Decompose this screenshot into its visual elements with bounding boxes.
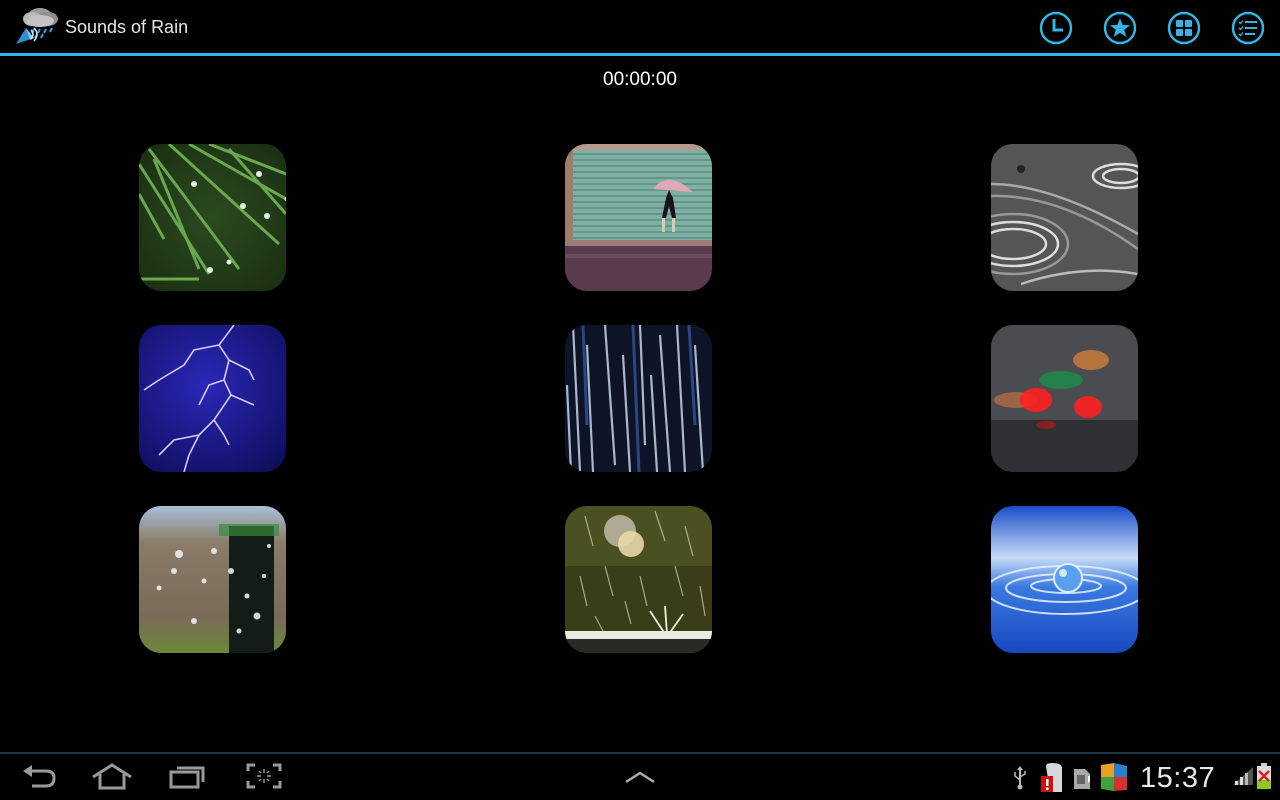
sound-tile-downpour[interactable] bbox=[565, 325, 712, 472]
grid-view-button[interactable] bbox=[1167, 11, 1201, 45]
home-icon bbox=[92, 763, 132, 790]
recent-apps-button[interactable] bbox=[168, 762, 206, 794]
signal-icon bbox=[1233, 767, 1253, 789]
back-icon bbox=[23, 765, 56, 788]
timer-display: 00:00:00 bbox=[603, 69, 677, 90]
sd-card-error-icon bbox=[1040, 762, 1064, 798]
screenshot-icon bbox=[246, 763, 282, 789]
home-button[interactable] bbox=[90, 762, 134, 794]
chevron-up-icon bbox=[625, 771, 655, 784]
app-logo-icon[interactable] bbox=[12, 4, 62, 50]
sound-tile-garden-rain[interactable] bbox=[565, 506, 712, 653]
recent-apps-icon bbox=[169, 766, 205, 789]
sound-tile-lightning[interactable] bbox=[139, 325, 286, 472]
star-icon bbox=[1103, 11, 1137, 45]
back-button[interactable] bbox=[20, 764, 58, 794]
app-title: Sounds of Rain bbox=[65, 17, 189, 37]
system-bar-divider bbox=[0, 752, 1280, 754]
checklist-icon bbox=[1231, 11, 1265, 45]
expand-button[interactable] bbox=[624, 769, 656, 788]
clock-icon bbox=[1039, 11, 1073, 45]
status-clock: 15:37 bbox=[1140, 762, 1216, 794]
action-bar: Sounds of Rain bbox=[0, 0, 1280, 56]
sound-tile-window-drops[interactable] bbox=[139, 506, 286, 653]
sound-tile-wet-glass-lights[interactable] bbox=[991, 325, 1138, 472]
favorites-button[interactable] bbox=[1103, 11, 1137, 45]
timer-button[interactable] bbox=[1039, 11, 1073, 45]
sound-tile-umbrella-walker[interactable] bbox=[565, 144, 712, 291]
sound-tile-puddle-ripples[interactable] bbox=[991, 144, 1138, 291]
avg-antivirus-icon bbox=[1100, 763, 1128, 795]
grid-icon bbox=[1167, 11, 1201, 45]
usb-icon bbox=[1012, 766, 1028, 796]
system-bar: 15:37 bbox=[0, 752, 1280, 800]
sim-card-icon bbox=[1073, 768, 1091, 794]
sound-tile-water-drop[interactable] bbox=[991, 506, 1138, 653]
battery-error-icon bbox=[1257, 763, 1271, 793]
sound-tile-pine-needles[interactable] bbox=[139, 144, 286, 291]
action-bar-divider bbox=[0, 53, 1280, 56]
screenshot-button[interactable] bbox=[246, 763, 282, 793]
playlist-button[interactable] bbox=[1231, 11, 1265, 45]
